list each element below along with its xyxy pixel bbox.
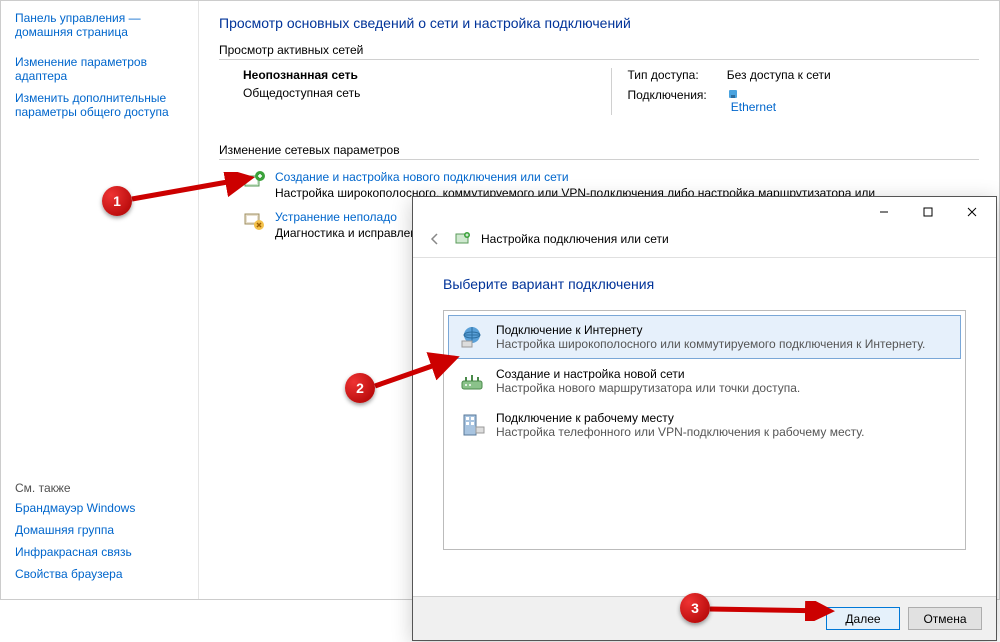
connection-ethernet-link[interactable]: Ethernet [731, 100, 776, 114]
annotation-marker-3: 3 [680, 593, 710, 623]
wizard-icon [455, 231, 471, 247]
option-connect-to-internet[interactable]: Подключение к Интернету Настройка широко… [448, 315, 961, 359]
option-title: Подключение к Интернету [496, 323, 925, 337]
back-button[interactable] [425, 229, 445, 249]
sidebar-link-firewall[interactable]: Брандмауэр Windows [15, 501, 184, 515]
access-type-label: Тип доступа: [628, 68, 707, 82]
dialog-header: Настройка подключения или сети [413, 227, 996, 258]
option-desc: Настройка нового маршрутизатора или точк… [496, 381, 800, 395]
connection-wizard-dialog: Настройка подключения или сети Выберите … [412, 196, 997, 641]
internet-globe-icon [458, 323, 486, 351]
annotation-marker-1: 1 [102, 186, 132, 216]
option-desc: Настройка телефонного или VPN-подключени… [496, 425, 864, 439]
connections-label: Подключения: [628, 88, 707, 115]
option-create-new-network[interactable]: Создание и настройка новой сети Настройк… [448, 359, 961, 403]
titlebar [413, 197, 996, 227]
option-connect-to-workplace[interactable]: Подключение к рабочему месту Настройка т… [448, 403, 961, 447]
sidebar-link-homegroup[interactable]: Домашняя группа [15, 523, 184, 537]
see-also-heading: См. также [15, 481, 184, 495]
access-type-value: Без доступа к сети [727, 68, 979, 82]
dialog-heading: Выберите вариант подключения [443, 276, 966, 292]
connection-options-list: Подключение к Интернету Настройка широко… [443, 310, 966, 550]
annotation-marker-2: 2 [345, 373, 375, 403]
close-button[interactable] [950, 198, 994, 226]
option-title: Подключение к рабочему месту [496, 411, 864, 425]
sidebar: Панель управления — домашняя страница Из… [1, 1, 199, 599]
next-button[interactable]: Далее [826, 607, 900, 630]
network-type: Общедоступная сеть [243, 86, 595, 100]
minimize-button[interactable] [862, 198, 906, 226]
workplace-building-icon [458, 411, 486, 439]
divider [611, 68, 612, 115]
network-name: Неопознанная сеть [243, 68, 595, 82]
new-connection-icon [243, 170, 265, 192]
troubleshoot-icon [243, 210, 265, 232]
ethernet-icon [727, 88, 979, 100]
divider [219, 59, 979, 60]
change-settings-label: Изменение сетевых параметров [219, 143, 979, 157]
option-title: Создание и настройка новой сети [496, 367, 800, 381]
dialog-title: Настройка подключения или сети [481, 232, 669, 246]
page-title: Просмотр основных сведений о сети и наст… [219, 15, 979, 31]
divider [219, 159, 979, 160]
sidebar-link-home[interactable]: Панель управления — домашняя страница [15, 11, 184, 39]
option-desc: Настройка широкополосного или коммутируе… [496, 337, 925, 351]
task-title[interactable]: Создание и настройка нового подключения … [275, 170, 875, 184]
cancel-button[interactable]: Отмена [908, 607, 982, 630]
router-icon [458, 367, 486, 395]
active-network-row: Неопознанная сеть Общедоступная сеть Тип… [219, 68, 979, 115]
sidebar-link-adapter-settings[interactable]: Изменение параметров адаптера [15, 55, 184, 83]
sidebar-link-browser-props[interactable]: Свойства браузера [15, 567, 184, 581]
maximize-button[interactable] [906, 198, 950, 226]
sidebar-link-infrared[interactable]: Инфракрасная связь [15, 545, 184, 559]
active-networks-label: Просмотр активных сетей [219, 43, 979, 57]
sidebar-link-sharing-settings[interactable]: Изменить дополнительные параметры общего… [15, 91, 184, 119]
